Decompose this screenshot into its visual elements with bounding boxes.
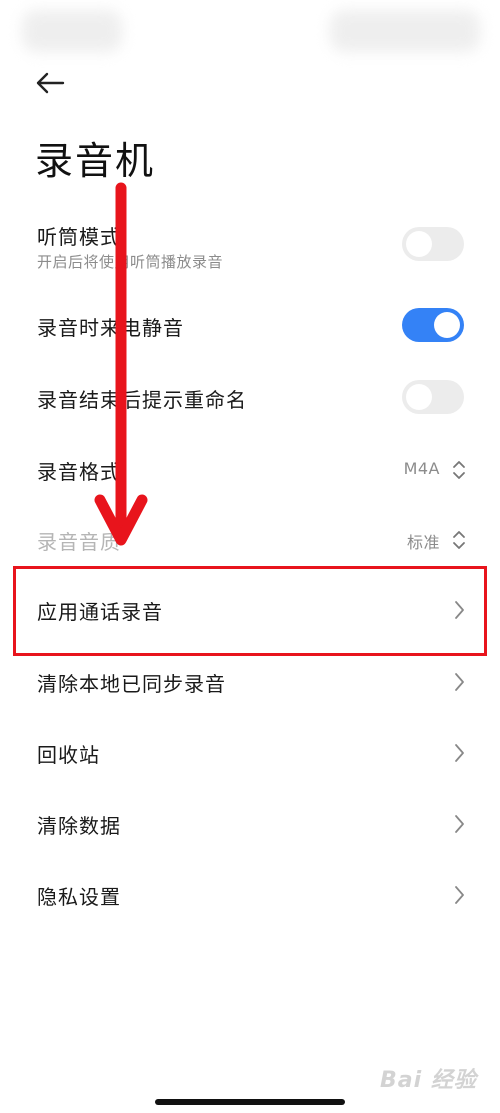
setting-label: 录音音质 bbox=[37, 530, 121, 554]
setting-rename-prompt[interactable]: 录音结束后提示重命名 bbox=[0, 372, 500, 424]
setting-privacy[interactable]: 隐私设置 bbox=[0, 869, 500, 921]
format-value: M4A bbox=[403, 459, 440, 478]
updown-chevron-icon bbox=[448, 527, 470, 553]
chevron-right-icon bbox=[448, 740, 470, 766]
annotation-highlight-box bbox=[13, 566, 487, 656]
home-indicator[interactable] bbox=[155, 1099, 345, 1105]
back-arrow-icon bbox=[36, 72, 65, 94]
baidu-watermark: Bai 经验 bbox=[380, 1068, 477, 1093]
setting-label: 录音结束后提示重命名 bbox=[37, 388, 247, 412]
setting-label: 听筒模式 bbox=[37, 225, 121, 249]
page-title: 录音机 bbox=[35, 139, 156, 183]
setting-label: 清除本地已同步录音 bbox=[37, 672, 226, 696]
mute-calls-toggle[interactable] bbox=[402, 308, 464, 342]
setting-recording-format[interactable]: 录音格式 M4A bbox=[0, 444, 500, 496]
toggle-knob bbox=[406, 384, 432, 410]
toggle-knob bbox=[406, 231, 432, 257]
setting-recycle-bin[interactable]: 回收站 bbox=[0, 727, 500, 779]
setting-label: 隐私设置 bbox=[37, 885, 121, 909]
setting-clear-synced[interactable]: 清除本地已同步录音 bbox=[0, 656, 500, 708]
setting-label: 清除数据 bbox=[37, 814, 121, 838]
quality-value: 标准 bbox=[406, 533, 440, 552]
setting-earpiece-mode[interactable]: 听筒模式 开启后将使用听筒播放录音 bbox=[0, 215, 500, 277]
toggle-knob bbox=[434, 312, 460, 338]
rename-prompt-toggle[interactable] bbox=[402, 380, 464, 414]
setting-mute-calls[interactable]: 录音时来电静音 bbox=[0, 300, 500, 352]
setting-description: 开启后将使用听筒播放录音 bbox=[37, 253, 224, 271]
updown-chevron-icon bbox=[448, 457, 470, 483]
chevron-right-icon bbox=[448, 811, 470, 837]
earpiece-toggle[interactable] bbox=[402, 227, 464, 261]
setting-label: 回收站 bbox=[37, 743, 100, 767]
setting-label: 录音格式 bbox=[37, 460, 121, 484]
status-bar-left bbox=[22, 10, 122, 52]
status-bar-right bbox=[330, 10, 480, 52]
setting-clear-data[interactable]: 清除数据 bbox=[0, 798, 500, 850]
setting-label: 录音时来电静音 bbox=[37, 316, 184, 340]
chevron-right-icon bbox=[448, 669, 470, 695]
back-button[interactable] bbox=[30, 66, 70, 100]
chevron-right-icon bbox=[448, 882, 470, 908]
setting-recording-quality[interactable]: 录音音质 标准 bbox=[0, 514, 500, 566]
